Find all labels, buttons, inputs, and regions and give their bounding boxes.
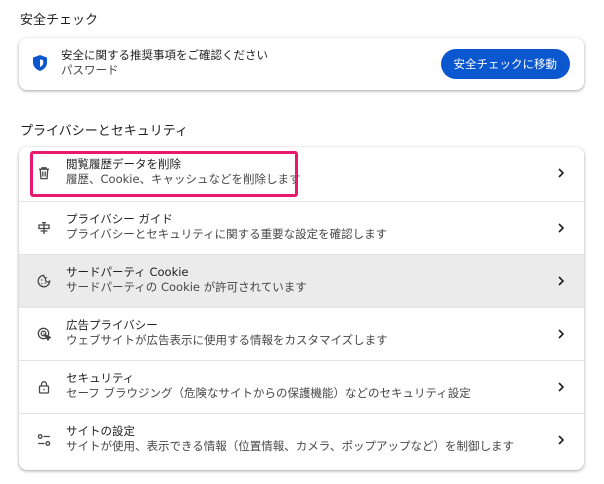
chevron-right-icon <box>556 222 566 234</box>
third-party-cookies-row[interactable]: サードパーティ Cookie サードパーティの Cookie が許可されています <box>19 254 584 307</box>
privacy-security-card: 閲覧履歴データを削除 履歴、Cookie、キャッシュなどを削除します プライバシ… <box>19 147 584 470</box>
site-settings-icon <box>37 433 51 447</box>
ad-privacy-row[interactable]: 広告プライバシー ウェブサイトが広告表示に使用する情報をカスタマイズします <box>19 307 584 360</box>
safety-check-title: 安全チェック <box>20 13 99 28</box>
trash-icon <box>37 166 51 180</box>
safety-check-card: 安全に関する推奨事項をご確認ください パスワード 安全チェックに移動 <box>19 38 584 90</box>
row-title: サードパーティ Cookie <box>66 265 189 279</box>
chevron-right-icon <box>556 328 566 340</box>
privacy-guide-row[interactable]: プライバシー ガイド プライバシーとセキュリティに関する重要な設定を確認します <box>19 201 584 254</box>
row-title: 閲覧履歴データを削除 <box>66 157 181 171</box>
row-subtitle: ウェブサイトが広告表示に使用する情報をカスタマイズします <box>66 333 388 347</box>
safety-check-message: 安全に関する推奨事項をご確認ください <box>61 48 268 62</box>
row-subtitle: プライバシーとセキュリティに関する重要な設定を確認します <box>66 227 388 241</box>
lock-icon <box>37 380 51 394</box>
privacy-security-title: プライバシーとセキュリティ <box>20 124 188 139</box>
row-title: 広告プライバシー <box>66 318 158 332</box>
cookie-icon <box>37 274 51 288</box>
row-subtitle: サイトが使用、表示できる情報（位置情報、カメラ、ポップアップなど）を制御します <box>66 439 515 453</box>
go-to-safety-check-button[interactable]: 安全チェックに移動 <box>440 49 570 79</box>
row-title: サイトの設定 <box>66 424 135 438</box>
safety-check-row: 安全に関する推奨事項をご確認ください パスワード 安全チェックに移動 <box>19 38 584 90</box>
privacy-guide-icon <box>37 221 51 235</box>
ad-privacy-icon <box>37 327 51 341</box>
safety-check-sub: パスワード <box>61 63 119 77</box>
clear-browsing-data-row[interactable]: 閲覧履歴データを削除 履歴、Cookie、キャッシュなどを削除します <box>19 147 584 201</box>
row-title: セキュリティ <box>66 371 135 385</box>
row-subtitle: セーフ ブラウジング（危険なサイトからの保護機能）などのセキュリティ設定 <box>66 386 471 400</box>
row-subtitle: サードパーティの Cookie が許可されています <box>66 280 307 294</box>
row-subtitle: 履歴、Cookie、キャッシュなどを削除します <box>66 172 301 186</box>
shield-icon <box>33 55 47 71</box>
chevron-right-icon <box>556 167 566 179</box>
site-settings-row[interactable]: サイトの設定 サイトが使用、表示できる情報（位置情報、カメラ、ポップアップなど）… <box>19 413 584 466</box>
chevron-right-icon <box>556 434 566 446</box>
chevron-right-icon <box>556 275 566 287</box>
security-row[interactable]: セキュリティ セーフ ブラウジング（危険なサイトからの保護機能）などのセキュリテ… <box>19 360 584 413</box>
row-title: プライバシー ガイド <box>66 212 173 226</box>
chevron-right-icon <box>556 381 566 393</box>
